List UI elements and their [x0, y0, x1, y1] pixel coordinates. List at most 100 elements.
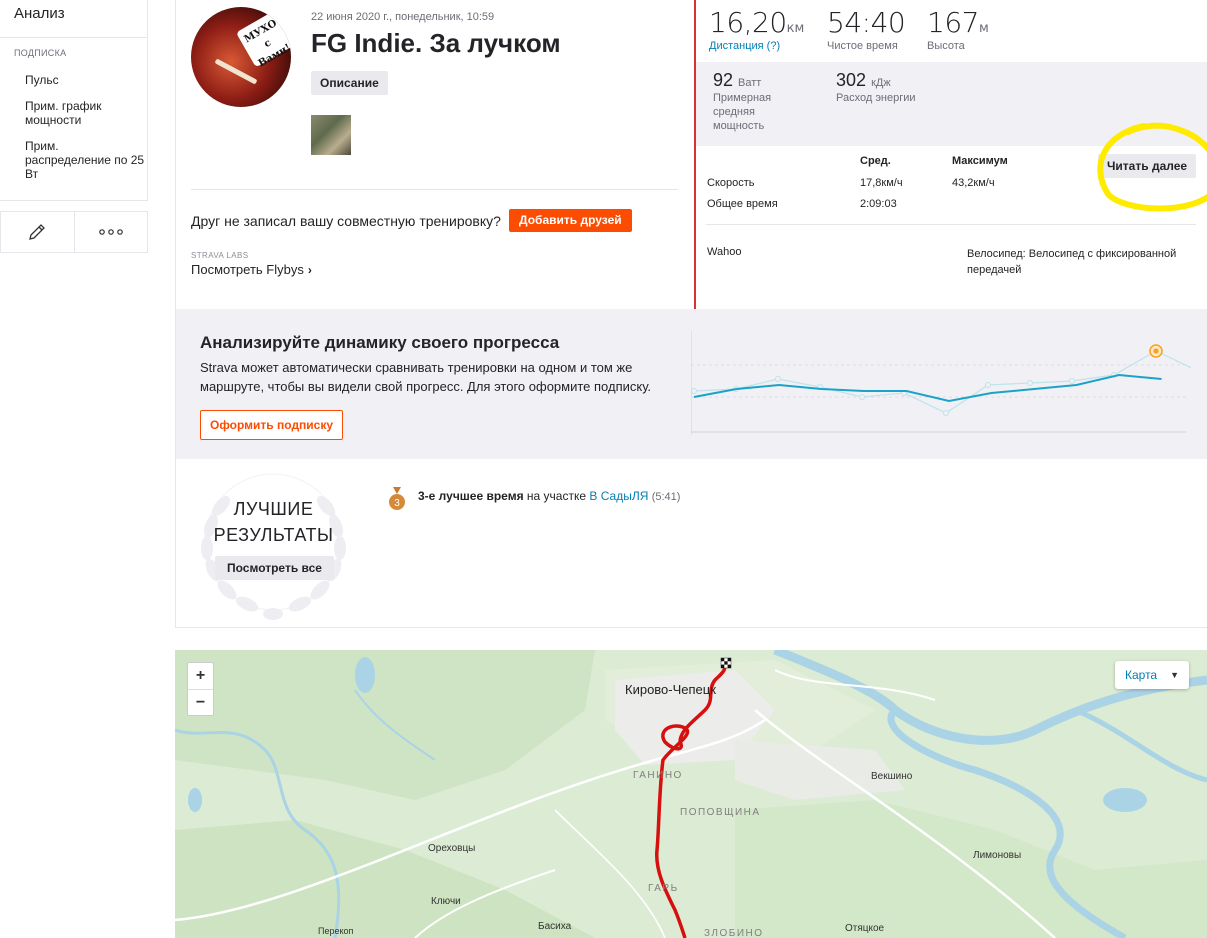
sidebar-actions	[0, 211, 148, 253]
activity-photo[interactable]	[311, 115, 351, 155]
moving-time-value: 54:40	[827, 6, 906, 39]
elevation-unit: м	[978, 21, 989, 36]
best-effort-item: 3-е лучшее время на участке В СадыЛЯ (5:…	[418, 489, 680, 503]
add-friends-button[interactable]: Добавить друзей	[509, 209, 632, 232]
best-effort-mid: на участке	[526, 489, 587, 503]
map-label-perekop: Перекоп	[318, 926, 354, 936]
map-label-orekhovtsy: Ореховцы	[428, 843, 476, 854]
best-effort-rank: 3-е лучшее время	[418, 489, 524, 503]
divider	[706, 224, 1196, 225]
bike-name: Велосипед: Велосипед с фиксированной пер…	[967, 248, 1177, 276]
upsell-title: Анализируйте динамику своего прогресса	[200, 333, 560, 352]
map-label-gar: ГАРЬ	[648, 883, 679, 894]
route-map[interactable]: + − Карта ▼ Кирово-Чепецк ГАНИНО ПОПОВЩИ…	[175, 650, 1207, 938]
column-header-max: Максимум	[952, 155, 1008, 167]
zoom-in-button[interactable]: +	[188, 663, 213, 689]
activity-title: FG Indie. За лучком	[311, 28, 561, 58]
moving-time-label: Чистое время	[827, 40, 898, 52]
pencil-icon	[29, 224, 46, 240]
sidebar-item-heart-rate[interactable]: Пульс	[0, 73, 147, 87]
distance-value: 16,20	[709, 6, 787, 39]
progress-preview-chart	[691, 331, 1191, 435]
highlight-annotation	[1097, 122, 1207, 212]
map-label-vekshino: Векшино	[871, 771, 913, 782]
edit-button[interactable]	[1, 212, 74, 252]
activity-stats: 16,20км Дистанция (?) 54:40 Чистое время…	[696, 0, 1207, 309]
best-efforts: ЛУЧШИЕ РЕЗУЛЬТАТЫ Посмотреть все 3 3-е л…	[176, 459, 1207, 628]
sidebar-menu: Анализ Подписка Пульс Прим. график мощно…	[0, 0, 148, 201]
chart-series-faint	[693, 350, 1191, 414]
column-header-avg: Сред.	[860, 155, 891, 167]
chart-highlight-dot	[1153, 348, 1159, 354]
activity-panel: МУХО с Вами! 22 июня 2020 г., понедельни…	[175, 0, 1207, 628]
activity-header: МУХО с Вами! 22 июня 2020 г., понедельни…	[176, 0, 694, 309]
flybys-link-label: Посмотреть Flybys	[191, 262, 304, 277]
chart-point	[775, 376, 781, 382]
energy-unit: кДж	[871, 77, 891, 89]
elevation-value: 167	[927, 6, 979, 39]
device-name: Wahoo	[707, 246, 742, 258]
description-button[interactable]: Описание	[311, 71, 388, 95]
map-label-limonovy: Лимоновы	[973, 850, 1022, 861]
power-label: Примерная средняя мощность	[713, 92, 772, 132]
segment-link[interactable]: В СадыЛЯ	[589, 489, 648, 503]
map-label-zlobino: ЗЛОБИНО	[704, 928, 764, 938]
medal-icon: 3	[389, 487, 405, 510]
chevron-right-icon: ›	[307, 263, 312, 277]
divider	[191, 189, 678, 190]
power-value: 92	[713, 70, 734, 90]
chart-point	[943, 410, 949, 416]
athlete-avatar[interactable]: МУХО с Вами!	[191, 7, 291, 107]
map-label-basikha: Басиха	[538, 921, 572, 932]
sidebar-item-power-distribution[interactable]: Прим. распределение по 25 Вт	[0, 139, 147, 181]
stat-distance: 16,20км Дистанция (?)	[709, 6, 804, 52]
elapsed-time-avg: 2:09:03	[860, 198, 897, 210]
zoom-out-button[interactable]: −	[188, 689, 213, 715]
elevation-label: Высота	[927, 40, 965, 52]
chart-point	[859, 394, 865, 400]
avatar-decoration	[214, 58, 258, 85]
map-type-dropdown[interactable]: Карта ▼	[1115, 661, 1189, 689]
power-unit: Ватт	[738, 77, 762, 89]
map-label-popovshchina: ПОПОВЩИНА	[680, 807, 761, 818]
distance-unit: км	[786, 21, 805, 36]
sidebar-item-power-curve[interactable]: Прим. график мощности	[0, 99, 147, 127]
strava-labs-label: STRAVA LABS	[191, 251, 249, 260]
stat-energy: 302 кДж Расход энергии	[836, 70, 916, 105]
map-label-klyuchi: Ключи	[431, 896, 461, 907]
more-actions-button[interactable]	[73, 212, 148, 252]
zoom-controls: + −	[187, 662, 214, 716]
sidebar-section-subscription: Подписка	[14, 48, 67, 58]
energy-value: 302	[836, 70, 867, 90]
map-label-kirovo: Кирово-Чепецк	[625, 682, 716, 697]
caret-down-icon: ▼	[1170, 670, 1179, 680]
best-effort-time: (5:41)	[651, 491, 681, 503]
subscribe-button[interactable]: Оформить подписку	[200, 410, 344, 440]
friend-prompt: Друг не записал вашу совместную трениров…	[191, 213, 501, 229]
map-label-otyatskoe: Отяцкое	[845, 923, 885, 934]
chart-point	[691, 388, 697, 394]
chart-point	[1069, 378, 1075, 384]
map-label-ganino: ГАНИНО	[633, 770, 683, 781]
stat-power: 92 Ватт Примерная средняя мощность	[713, 70, 823, 133]
flybys-link[interactable]: Посмотреть Flybys ›	[191, 262, 312, 277]
left-sidebar: Анализ Подписка Пульс Прим. график мощно…	[0, 0, 148, 253]
best-efforts-title: ЛУЧШИЕ РЕЗУЛЬТАТЫ	[213, 499, 334, 545]
speed-avg: 17,8км/ч	[860, 177, 903, 189]
row-label-elapsed-time: Общее время	[707, 198, 778, 210]
progress-upsell: Анализируйте динамику своего прогресса S…	[176, 309, 1207, 459]
more-dots-icon	[98, 229, 123, 235]
avatar-sign: МУХО с Вами!	[235, 10, 291, 70]
activity-date: 22 июня 2020 г., понедельник, 10:59	[311, 11, 495, 23]
view-all-button[interactable]: Посмотреть все	[215, 556, 334, 580]
energy-label: Расход энергии	[836, 92, 916, 104]
chart-point	[1027, 380, 1033, 386]
medal-rank: 3	[394, 498, 400, 509]
stat-elevation: 167м Высота	[927, 6, 989, 52]
row-label-speed: Скорость	[707, 177, 755, 189]
chart-point	[985, 382, 991, 388]
upsell-text: Strava может автоматически сравнивать тр…	[200, 360, 652, 394]
distance-label[interactable]: Дистанция (?)	[709, 40, 804, 52]
sidebar-item-analysis[interactable]: Анализ	[0, 0, 147, 38]
map-type-label: Карта	[1125, 668, 1158, 682]
